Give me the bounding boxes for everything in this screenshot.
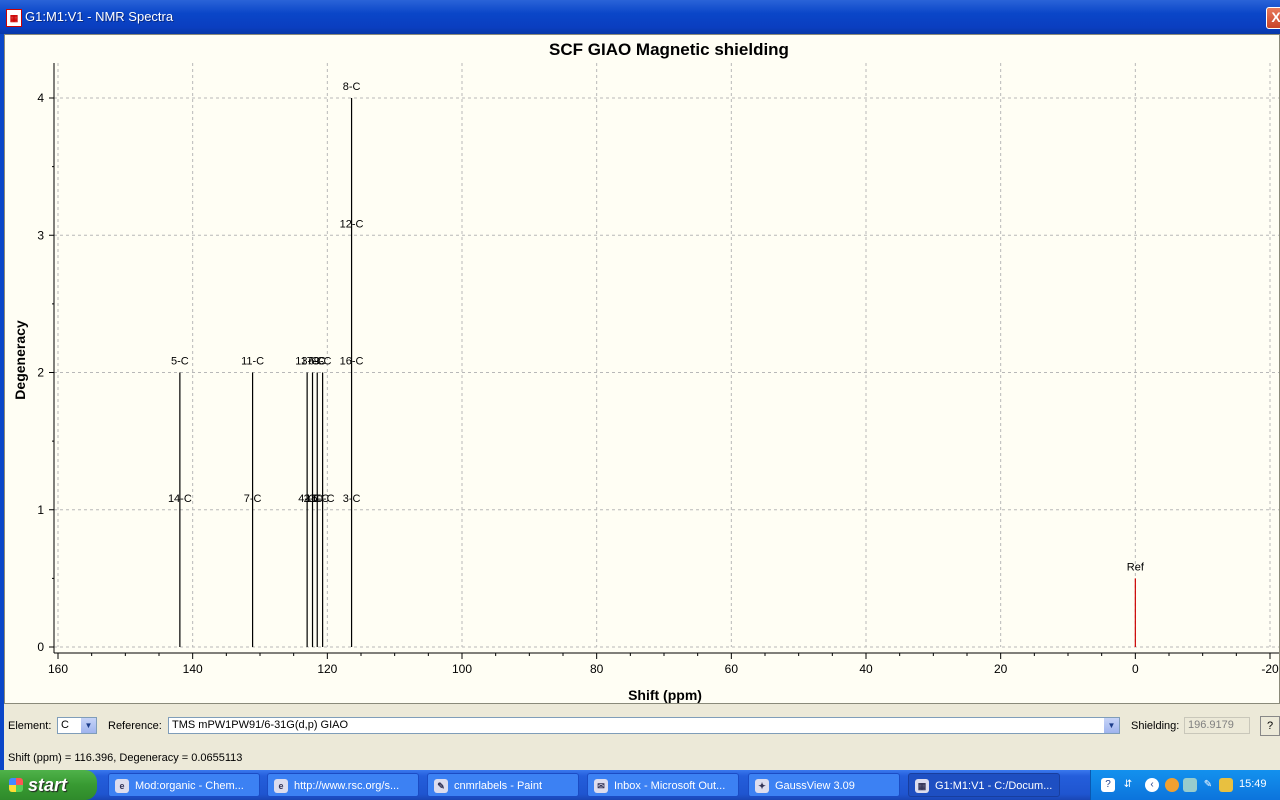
shielding-label: Shielding:	[1131, 720, 1180, 732]
clock: 15:49	[1239, 778, 1267, 790]
x-tick-label: 20	[994, 662, 1008, 676]
chart-title: SCF GIAO Magnetic shielding	[549, 40, 789, 59]
chevron-left-icon[interactable]: ‹	[1145, 778, 1159, 792]
reference-select[interactable]: TMS mPW1PW91/6-31G(d,p) GIAO ▼	[168, 717, 1120, 734]
ie-icon: e	[115, 779, 129, 793]
status-bar: Shift (ppm) = 116.396, Degeneracy = 0.06…	[4, 746, 1280, 768]
reference-value: TMS mPW1PW91/6-31G(d,p) GIAO	[172, 719, 349, 731]
status-text: Shift (ppm) = 116.396, Degeneracy = 0.06…	[8, 752, 243, 764]
element-select[interactable]: C ▼	[57, 717, 97, 734]
controls-bar: Element: C ▼ Reference: TMS mPW1PW91/6-3…	[4, 710, 1280, 738]
plot-panel[interactable]: SCF GIAO Magnetic shielding Shift (ppm) …	[4, 34, 1280, 704]
x-tick-label: 40	[859, 662, 873, 676]
peak-label: 14-C	[168, 493, 192, 505]
taskbar-item-label: Mod:organic - Chem...	[135, 780, 244, 792]
taskbar-item[interactable]: ✎ cnmrlabels - Paint	[427, 773, 579, 797]
start-label: start	[28, 775, 68, 795]
nmr-spectrum-chart[interactable]: SCF GIAO Magnetic shielding Shift (ppm) …	[5, 35, 1279, 703]
taskbar-item-label: http://www.rsc.org/s...	[294, 780, 400, 792]
window-title: G1:M1:V1 - NMR Spectra	[25, 9, 174, 24]
element-value: C	[61, 719, 69, 731]
chevron-down-icon[interactable]: ▼	[80, 718, 96, 733]
help-button[interactable]: ?	[1260, 716, 1280, 736]
x-tick-label: 0	[1132, 662, 1139, 676]
x-tick-label: -20	[1261, 662, 1279, 676]
taskbar-item-label: Inbox - Microsoft Out...	[614, 780, 726, 792]
peak-label: 3-C	[343, 493, 361, 505]
x-tick-label: 80	[590, 662, 604, 676]
peak-label-layer: 5-C14-C11-C7-C13-C17-C6-C9-C4-C2-C15-C10…	[168, 81, 1145, 573]
windows-logo-icon	[9, 778, 23, 792]
peak-label: 9-C	[314, 356, 332, 368]
taskbar-item[interactable]: ✉ Inbox - Microsoft Out...	[587, 773, 739, 797]
peak-label: 16-C	[340, 356, 364, 368]
taskbar-item-label: GaussView 3.09	[775, 780, 855, 792]
taskbar-item[interactable]: e Mod:organic - Chem...	[108, 773, 260, 797]
peak-label: 8-C	[343, 81, 361, 93]
chevron-down-icon[interactable]: ▼	[1103, 718, 1119, 733]
peak-label: 5-C	[171, 356, 189, 368]
volume-icon[interactable]: ✎	[1201, 778, 1215, 792]
peak-label: 12-C	[340, 218, 364, 230]
element-label: Element:	[8, 720, 52, 732]
peak-label: 10-C	[311, 493, 335, 505]
shielding-value: 196.9179	[1188, 719, 1234, 731]
reference-label: Reference:	[108, 720, 162, 732]
taskbar-item-label: G1:M1:V1 - C:/Docum...	[935, 780, 1053, 792]
paint-icon: ✎	[434, 779, 448, 793]
title-bar: ▦ G1:M1:V1 - NMR Spectra X	[0, 0, 1280, 34]
grid-layer	[54, 63, 1279, 648]
system-tray: ? ⇵ ‹ ✎ 15:49	[1090, 770, 1280, 800]
x-tick-label: 140	[183, 662, 203, 676]
start-button[interactable]: start	[0, 770, 97, 800]
nmr-app-icon: ▦	[915, 779, 929, 793]
x-axis-label: Shift (ppm)	[628, 687, 702, 703]
outlook-tray-icon[interactable]	[1165, 778, 1179, 792]
taskbar-item[interactable]: e http://www.rsc.org/s...	[267, 773, 419, 797]
taskbar-item-label: cnmrlabels - Paint	[454, 780, 543, 792]
shielding-field: 196.9179	[1184, 717, 1250, 734]
axis-layer: 160 140 120 100 80 60 40 20 0 -20 0 1 2 3 4	[37, 63, 1279, 676]
outlook-icon: ✉	[594, 779, 608, 793]
x-tick-label: 120	[317, 662, 337, 676]
close-button[interactable]: X	[1266, 7, 1280, 29]
taskbar-item-active[interactable]: ▦ G1:M1:V1 - C:/Docum...	[908, 773, 1060, 797]
x-tick-label: 60	[725, 662, 739, 676]
peak-label: 7-C	[244, 493, 262, 505]
network-icon[interactable]	[1183, 778, 1197, 792]
y-tick-label: 0	[37, 640, 44, 654]
ie-icon: e	[274, 779, 288, 793]
y-axis-label: Degeneracy	[12, 320, 28, 400]
y-tick-label: 3	[37, 228, 44, 242]
nmr-app-icon[interactable]: ▦	[6, 9, 22, 27]
y-tick-label: 4	[37, 91, 44, 105]
x-tick-label: 100	[452, 662, 472, 676]
y-tick-label: 1	[37, 503, 44, 517]
peak-label: 11-C	[241, 356, 264, 368]
x-tick-label: 160	[48, 662, 68, 676]
shield-icon[interactable]	[1219, 778, 1233, 792]
y-tick-label: 2	[37, 366, 44, 380]
peak-label: Ref	[1127, 561, 1145, 573]
taskbar: start e Mod:organic - Chem... e http://w…	[0, 770, 1280, 800]
desktop-icon[interactable]: ⇵	[1121, 778, 1135, 792]
taskbar-item[interactable]: ✦ GaussView 3.09	[748, 773, 900, 797]
gaussview-icon: ✦	[755, 779, 769, 793]
help-icon[interactable]: ?	[1101, 778, 1115, 792]
